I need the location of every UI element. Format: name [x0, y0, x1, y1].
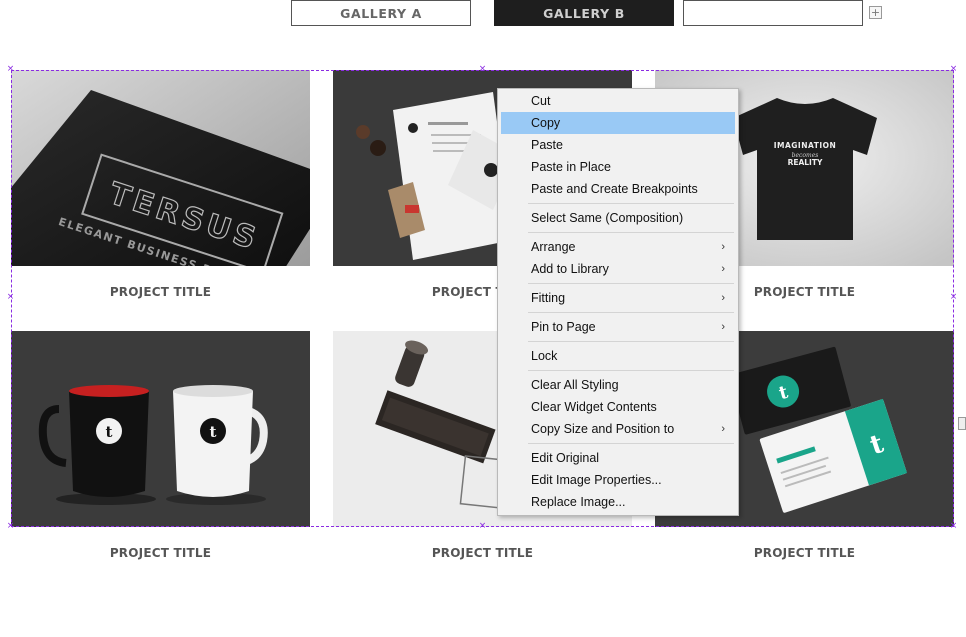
plus-icon[interactable]: +: [869, 6, 882, 19]
menu-item-arrange[interactable]: Arrange ›: [501, 236, 735, 258]
selection-handle-bl[interactable]: ×: [6, 522, 15, 531]
selection-handle-br[interactable]: ×: [949, 522, 958, 531]
menu-item-pin-to-page[interactable]: Pin to Page ›: [501, 316, 735, 338]
project-title-6: PROJECT TITLE: [753, 546, 856, 560]
menu-separator: [528, 232, 734, 233]
context-menu: Cut Copy Paste Paste in Place Paste and …: [497, 88, 739, 516]
selection-handle-tm[interactable]: ×: [478, 65, 487, 74]
menu-item-cut[interactable]: Cut: [501, 90, 735, 112]
chevron-right-icon: ›: [721, 292, 725, 304]
tab-name-input[interactable]: [683, 0, 863, 26]
gallery-image-1[interactable]: TERSUS ELEGANT BUSINESS PORTFOLIO: [11, 70, 310, 266]
project-title-5: PROJECT TITLE: [431, 546, 534, 560]
menu-item-select-same[interactable]: Select Same (Composition): [501, 207, 735, 229]
menu-item-edit-image-properties[interactable]: Edit Image Properties...: [501, 469, 735, 491]
menu-item-copy[interactable]: Copy: [501, 112, 735, 134]
menu-item-fitting[interactable]: Fitting ›: [501, 287, 735, 309]
menu-separator: [528, 203, 734, 204]
menu-item-add-to-library[interactable]: Add to Library ›: [501, 258, 735, 280]
menu-item-clear-all-styling[interactable]: Clear All Styling: [501, 374, 735, 396]
chevron-right-icon: ›: [721, 321, 725, 333]
menu-item-paste-create-breakpoints[interactable]: Paste and Create Breakpoints: [501, 178, 735, 200]
tshirt-text-3: REALITY: [788, 158, 823, 167]
project-title-4: PROJECT TITLE: [109, 546, 212, 560]
menu-separator: [528, 443, 734, 444]
menu-separator: [528, 370, 734, 371]
chevron-right-icon: ›: [721, 241, 725, 253]
chevron-right-icon: ›: [721, 423, 725, 435]
selection-handle-tl[interactable]: ×: [6, 65, 15, 74]
menu-item-copy-size-position[interactable]: Copy Size and Position to ›: [501, 418, 735, 440]
project-title-1: PROJECT TITLE: [109, 285, 212, 299]
selection-handle-tr[interactable]: ×: [949, 65, 958, 74]
gallery-image-4[interactable]: t t: [11, 331, 310, 527]
svg-text:t: t: [106, 423, 113, 441]
menu-item-paste-in-place[interactable]: Paste in Place: [501, 156, 735, 178]
side-panel-handle[interactable]: [958, 417, 966, 430]
menu-separator: [528, 283, 734, 284]
menu-item-replace-image[interactable]: Replace Image...: [501, 491, 735, 513]
menu-item-clear-widget-contents[interactable]: Clear Widget Contents: [501, 396, 735, 418]
tab-gallery-a[interactable]: GALLERY A: [291, 0, 471, 26]
menu-separator: [528, 341, 734, 342]
selection-handle-ml[interactable]: ×: [6, 293, 15, 302]
tersus-card-image: TERSUS ELEGANT BUSINESS PORTFOLIO: [11, 70, 310, 266]
mugs-image: t t: [11, 331, 310, 527]
tshirt-text-1: IMAGINATION: [774, 141, 837, 150]
svg-text:t: t: [210, 423, 217, 441]
menu-separator: [528, 312, 734, 313]
menu-item-edit-original[interactable]: Edit Original: [501, 447, 735, 469]
menu-item-lock[interactable]: Lock: [501, 345, 735, 367]
selection-handle-mr[interactable]: ×: [949, 293, 958, 302]
selection-handle-bm[interactable]: ×: [478, 522, 487, 531]
tab-gallery-b[interactable]: GALLERY B: [494, 0, 674, 26]
menu-item-paste[interactable]: Paste: [501, 134, 735, 156]
chevron-right-icon: ›: [721, 263, 725, 275]
